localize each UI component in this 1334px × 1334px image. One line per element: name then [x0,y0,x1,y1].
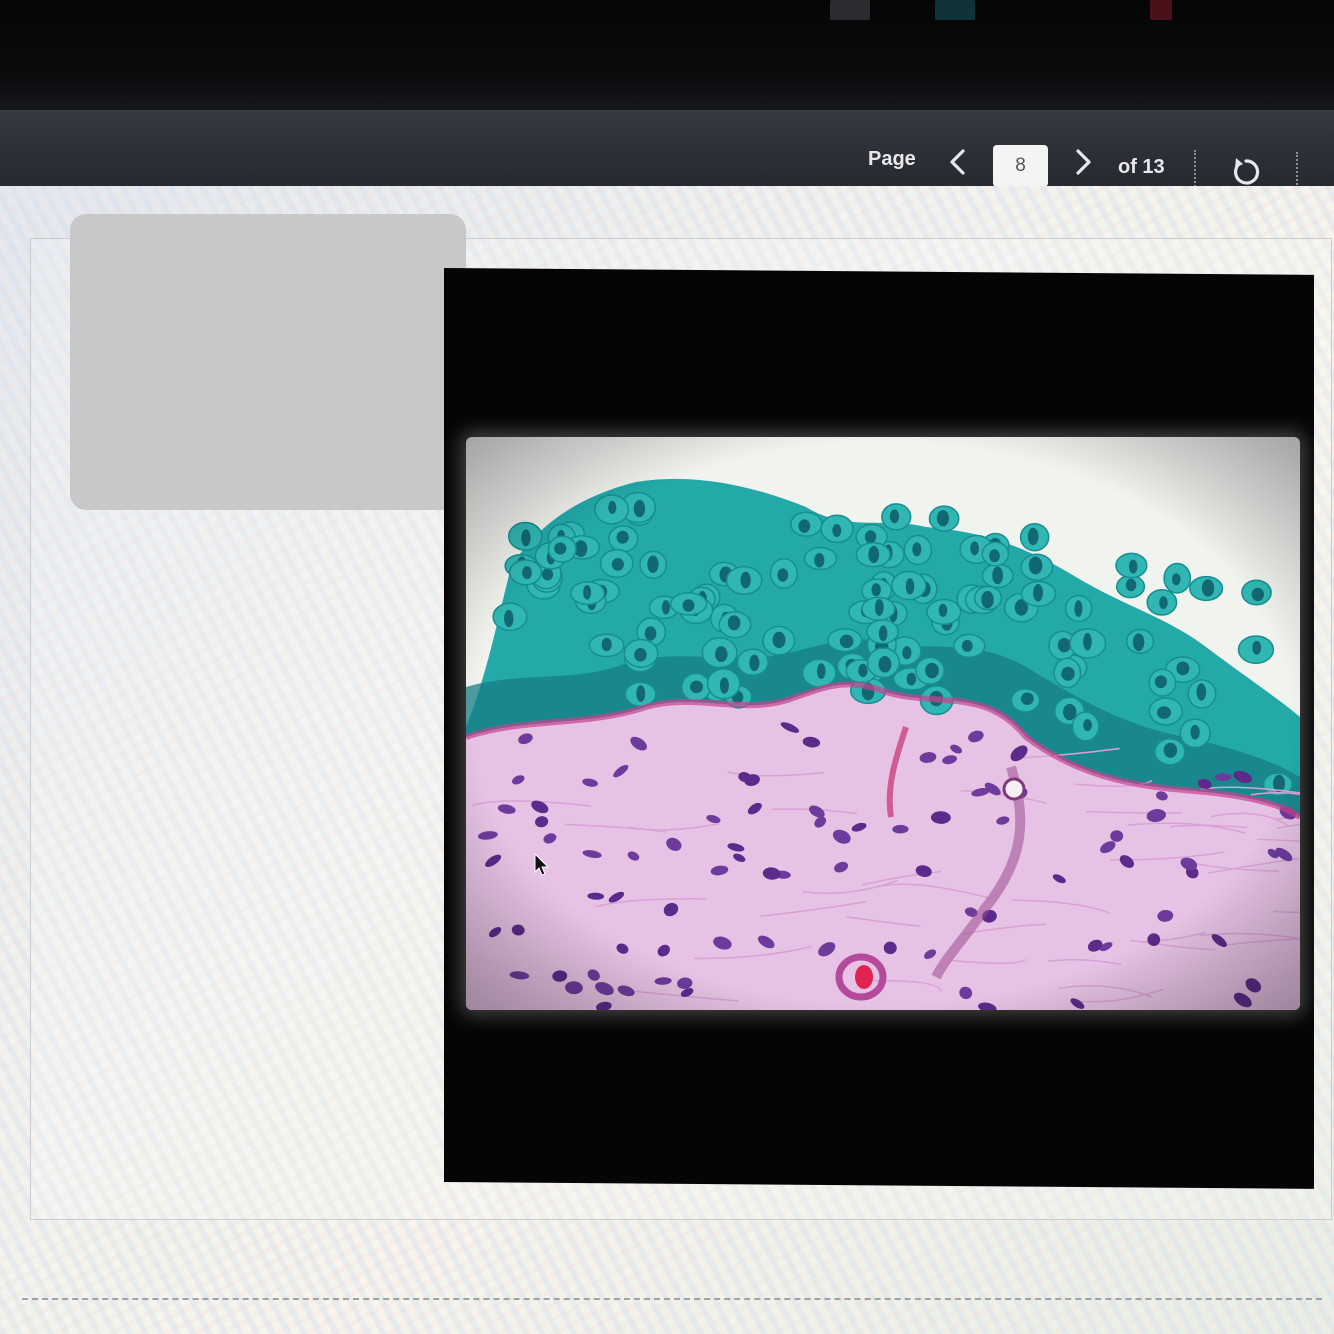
next-page-button[interactable] [1068,147,1098,177]
rotate-button[interactable] [1228,154,1264,190]
mouse-cursor-icon [534,852,550,882]
micrograph-svg [466,437,1300,1010]
toolbar-divider [1194,150,1196,190]
chevron-left-icon [950,149,965,175]
micrograph-image [466,437,1300,1010]
rotate-icon [1234,158,1260,185]
redacted-region [70,214,466,510]
chevron-right-icon [1076,149,1091,175]
page-label: Page [868,148,916,170]
vignette [466,437,1300,1010]
page-number-input[interactable]: 8 [993,145,1048,187]
monitor-bezel [0,0,1334,112]
bottom-dashed-line [22,1298,1322,1300]
viewer-toolbar: Page 8 of 13 [0,110,1334,192]
previous-page-button[interactable] [943,147,973,177]
total-pages-label: of 13 [1118,156,1165,178]
